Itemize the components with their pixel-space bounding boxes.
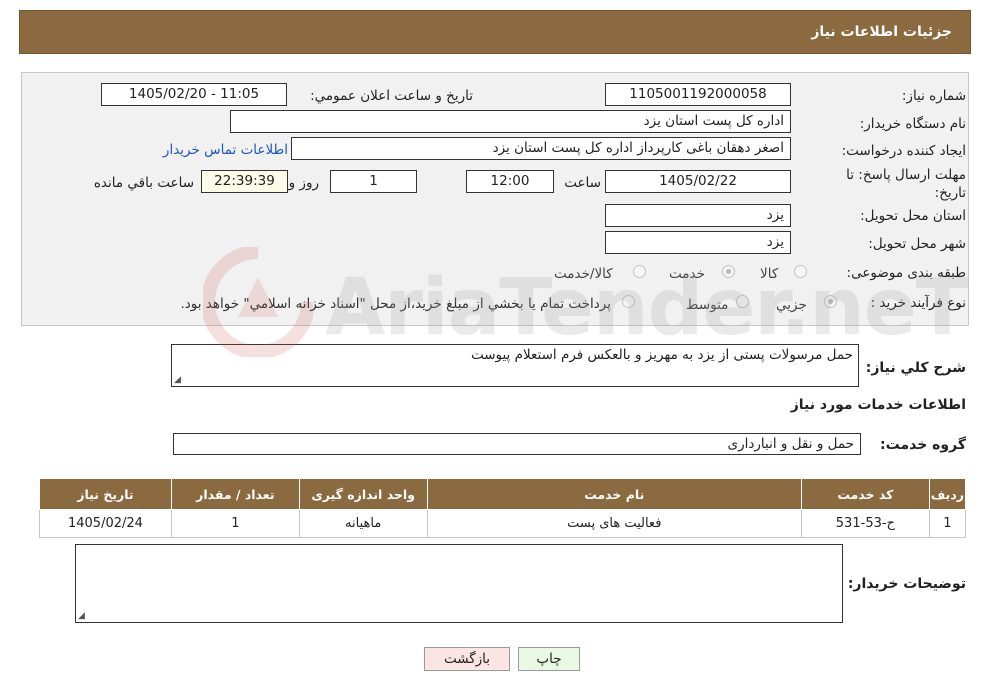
category-goods-label: کالا bbox=[760, 266, 779, 282]
deadline-time-field: 12:00 bbox=[466, 170, 554, 193]
cell-service-name: فعالیت های پست bbox=[426, 509, 802, 538]
col-unit: واحد اندازه گيری bbox=[298, 478, 428, 510]
category-goods-radio[interactable] bbox=[794, 265, 807, 278]
page-header: جزئیات اطلاعات نیاز bbox=[19, 10, 971, 54]
city-field: یزد bbox=[605, 231, 791, 254]
cell-service-code: ح-53-531 bbox=[800, 509, 930, 538]
cell-quantity: 1 bbox=[170, 509, 300, 538]
table-row: 1 ح-53-531 فعالیت های پست ماهيانه 1 1405… bbox=[39, 509, 967, 538]
cell-need-date: 1405/02/24 bbox=[39, 509, 172, 538]
buyer-contact-link[interactable]: اطلاعات تماس خريدار bbox=[163, 142, 288, 158]
buyer-notes-label: توضيحات خريدار: bbox=[847, 576, 966, 592]
print-button[interactable]: چاپ bbox=[518, 647, 580, 671]
process-minor-label: جزيي bbox=[776, 297, 807, 313]
col-need-date: تاريخ نياز bbox=[39, 478, 172, 510]
col-service-name: نام خدمت bbox=[426, 478, 802, 510]
col-service-code: کد خدمت bbox=[800, 478, 930, 510]
days-label: روز و bbox=[288, 175, 319, 191]
deadline-label-2: تاريخ: bbox=[934, 185, 966, 201]
deadline-time-label: ساعت bbox=[564, 175, 601, 191]
buyer-notes-textarea[interactable]: ◢ bbox=[75, 544, 843, 623]
description-text: حمل مرسولات پستی از یزد به مهریز و بالعک… bbox=[470, 347, 853, 363]
description-label: شرح کلي نياز: bbox=[865, 360, 966, 376]
category-service-label: خدمت bbox=[669, 266, 705, 282]
province-field: یزد bbox=[605, 204, 791, 227]
category-goods-service-label: کالا/خدمت bbox=[554, 266, 613, 282]
announce-datetime-label: تاريخ و ساعت اعلان عمومي: bbox=[310, 88, 473, 104]
days-field: 1 bbox=[330, 170, 417, 193]
creator-label: ايجاد کننده درخواست: bbox=[841, 143, 966, 159]
table-header-row: رديف کد خدمت نام خدمت واحد اندازه گيری ت… bbox=[39, 478, 967, 510]
need-number-field: 1105001192000058 bbox=[605, 83, 791, 106]
need-number-label: شماره نیاز: bbox=[901, 88, 966, 104]
remaining-time-label: ساعت باقي مانده bbox=[93, 175, 194, 191]
col-row-number: رديف bbox=[928, 478, 967, 510]
description-textarea[interactable]: حمل مرسولات پستی از یزد به مهریز و بالعک… bbox=[171, 344, 859, 387]
service-group-label: گروه خدمت: bbox=[880, 437, 966, 453]
remaining-time-field: 22:39:39 bbox=[201, 170, 288, 193]
services-table: رديف کد خدمت نام خدمت واحد اندازه گيری ت… bbox=[39, 478, 967, 538]
category-service-radio[interactable] bbox=[722, 265, 735, 278]
page-title: جزئیات اطلاعات نیاز bbox=[811, 24, 952, 40]
buyer-org-field: اداره کل پست استان یزد bbox=[230, 110, 791, 133]
deadline-label: مهلت ارسال پاسخ: تا bbox=[846, 167, 966, 183]
announce-datetime-field: 1405/02/20 - 11:05 bbox=[101, 83, 287, 106]
deadline-date-field: 1405/02/22 bbox=[605, 170, 791, 193]
creator-field: اصغر دهقان باغی کارپرداز اداره کل پست اس… bbox=[291, 137, 791, 160]
process-medium-label: متوسط bbox=[686, 297, 729, 313]
cell-row-number: 1 bbox=[928, 509, 967, 538]
resize-grip-icon: ◢ bbox=[174, 375, 181, 385]
province-label: استان محل تحويل: bbox=[860, 208, 966, 224]
treasury-payment-note: پرداخت تمام يا بخشي از مبلغ خريد،از محل … bbox=[180, 296, 611, 312]
process-type-label: نوع فرآيند خريد : bbox=[870, 295, 966, 311]
category-goods-service-radio[interactable] bbox=[633, 265, 646, 278]
service-group-field: حمل و نقل و انبارداری bbox=[173, 433, 861, 455]
city-label: شهر محل تحويل: bbox=[868, 236, 966, 252]
col-quantity: تعداد / مقدار bbox=[170, 478, 300, 510]
buyer-org-label: نام دستگاه خريدار: bbox=[859, 116, 966, 132]
cell-unit: ماهيانه bbox=[298, 509, 428, 538]
category-label: طبقه بندی موضوعی: bbox=[846, 265, 966, 281]
process-medium-radio[interactable] bbox=[736, 295, 749, 308]
process-minor-radio[interactable] bbox=[824, 295, 837, 308]
back-button[interactable]: بازگشت bbox=[424, 647, 510, 671]
services-section-title: اطلاعات خدمات مورد نياز bbox=[790, 397, 966, 413]
resize-grip-icon: ◢ bbox=[78, 611, 85, 621]
treasury-payment-checkbox[interactable] bbox=[622, 295, 635, 308]
